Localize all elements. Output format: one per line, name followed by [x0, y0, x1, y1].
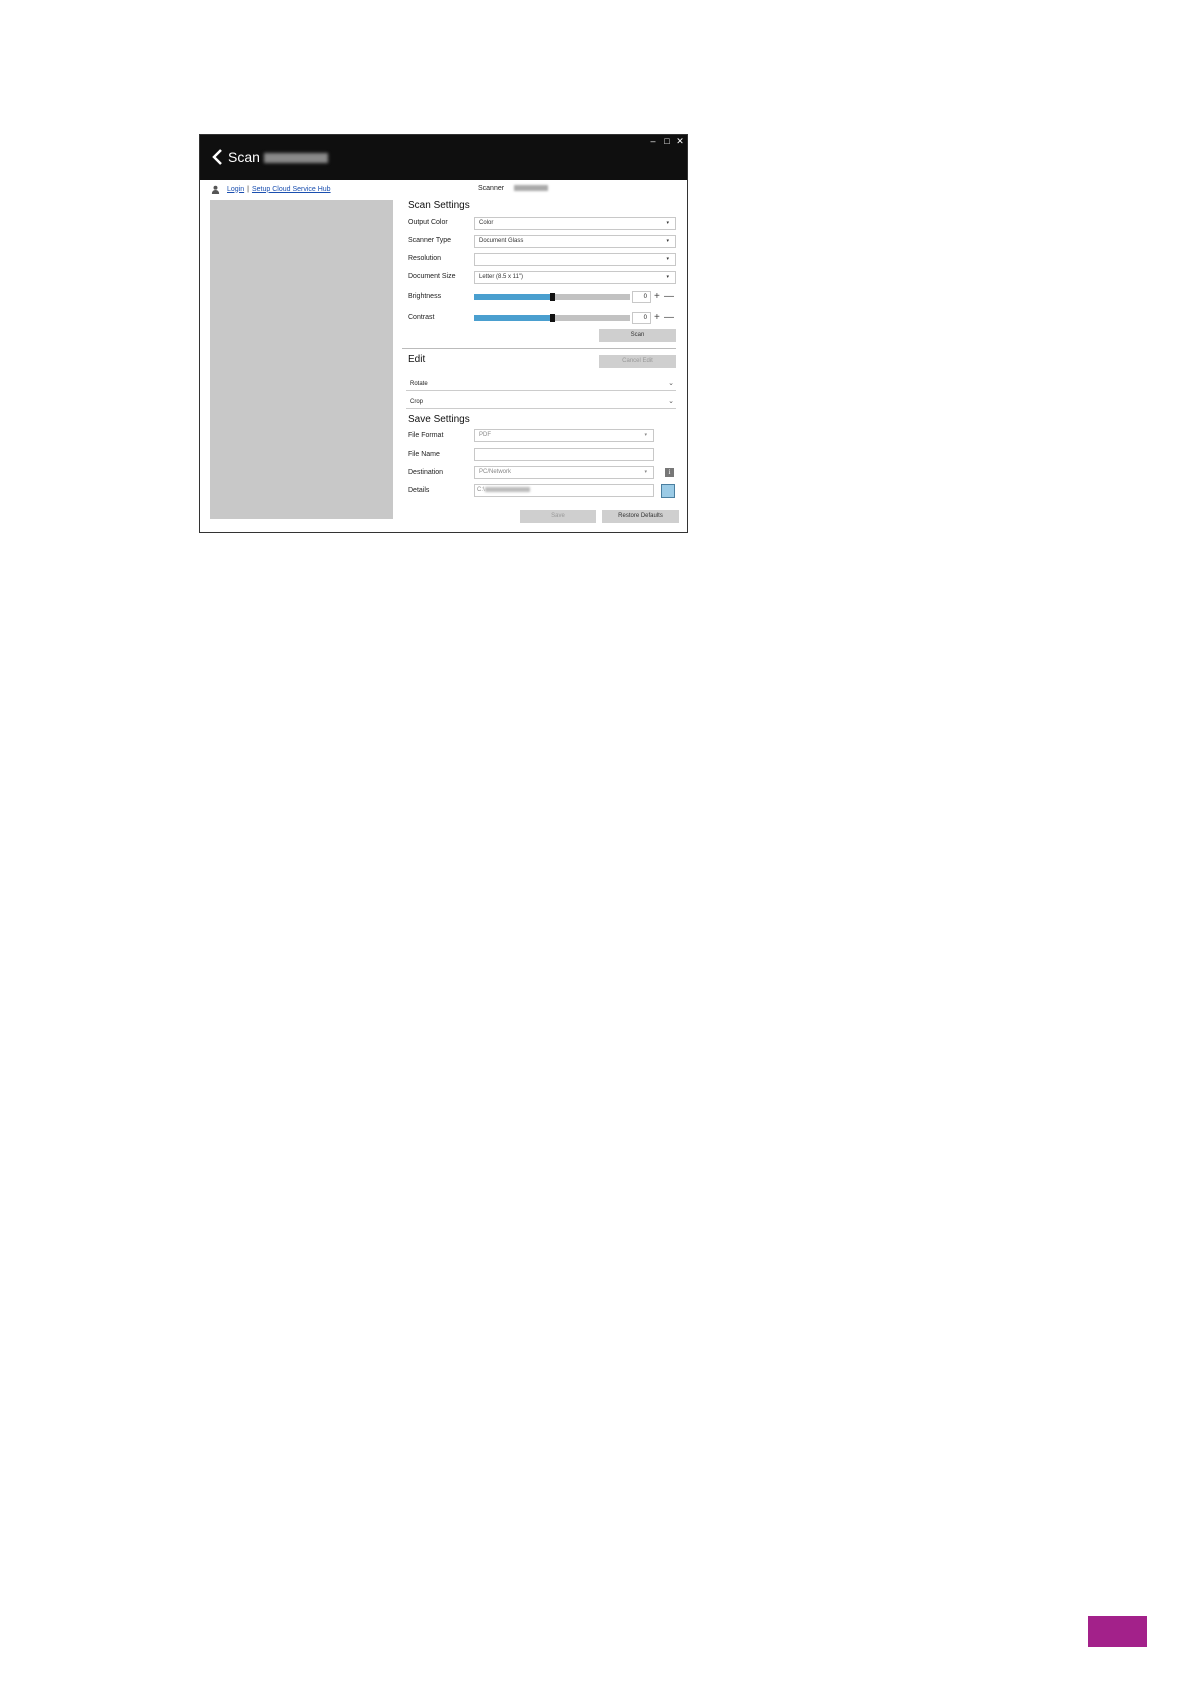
brightness-value[interactable]: 0 [632, 291, 651, 303]
document-size-select[interactable]: Letter (8.5 x 11") ▾ [474, 271, 676, 284]
file-format-select[interactable]: PDF ▾ [474, 429, 654, 442]
save-button[interactable]: Save [520, 510, 596, 523]
destination-value: PC/Network [479, 469, 512, 475]
restore-defaults-button[interactable]: Restore Defaults [602, 510, 679, 523]
destination-label: Destination [408, 469, 444, 476]
details-path-value: C:\ [477, 487, 485, 493]
scanner-type-select[interactable]: Document Glass ▾ [474, 235, 676, 248]
contrast-slider-fill [474, 315, 552, 321]
crop-accordion[interactable]: Crop ⌄ [406, 395, 676, 409]
scan-window: Scan – □ ✕ Login | Setup Cloud Service H… [199, 134, 688, 533]
cancel-edit-button[interactable]: Cancel Edit [599, 355, 676, 368]
details-path-field[interactable]: C:\ [474, 484, 654, 497]
browse-folder-button[interactable] [661, 484, 675, 498]
file-format-value: PDF [479, 432, 491, 438]
info-icon[interactable]: i [665, 468, 674, 477]
output-color-value: Color [479, 220, 494, 226]
save-settings-title: Save Settings [408, 414, 470, 425]
maximize-button[interactable]: □ [662, 136, 672, 146]
file-format-label: File Format [408, 432, 444, 439]
user-icon [211, 185, 220, 194]
login-link[interactable]: Login [227, 186, 244, 193]
setup-cloud-service-hub-link[interactable]: Setup Cloud Service Hub [252, 186, 331, 193]
scan-preview-area [210, 200, 393, 519]
rotate-accordion[interactable]: Rotate ⌄ [406, 377, 676, 391]
document-size-label: Document Size [408, 273, 456, 280]
window-title: Scan [228, 149, 328, 165]
dropdown-arrow-icon: ▾ [666, 256, 669, 262]
close-button[interactable]: ✕ [675, 136, 685, 146]
brightness-slider-fill [474, 294, 552, 300]
redacted-scanner-id [514, 185, 549, 192]
dropdown-arrow-icon: ▾ [666, 238, 669, 244]
file-name-label: File Name [408, 451, 440, 458]
crop-label: Crop [410, 399, 424, 405]
contrast-slider[interactable] [474, 314, 630, 322]
chevron-down-icon: ⌄ [668, 398, 674, 405]
dropdown-arrow-icon: ▾ [644, 432, 647, 438]
rotate-label: Rotate [410, 381, 428, 387]
redacted-scanner-name [263, 153, 328, 164]
title-bar: Scan – □ ✕ [200, 135, 687, 180]
chevron-down-icon: ⌄ [668, 380, 674, 387]
brightness-increase-button[interactable]: + [654, 292, 660, 302]
scanner-label: Scanner [478, 185, 549, 192]
brightness-decrease-button[interactable]: — [664, 292, 674, 302]
dropdown-arrow-icon: ▾ [666, 274, 669, 280]
brightness-slider[interactable] [474, 293, 630, 301]
contrast-decrease-button[interactable]: — [664, 313, 674, 323]
contrast-increase-button[interactable]: + [654, 313, 660, 323]
scanner-type-value: Document Glass [479, 238, 524, 244]
section-divider [402, 348, 676, 349]
destination-select[interactable]: PC/Network ▾ [474, 466, 654, 479]
account-row: Login | Setup Cloud Service Hub [211, 183, 331, 195]
chevron-left-icon[interactable] [210, 148, 226, 166]
file-name-input[interactable] [474, 448, 654, 461]
contrast-value[interactable]: 0 [632, 312, 651, 324]
contrast-label: Contrast [408, 314, 435, 321]
page-number-tab [1088, 1616, 1147, 1647]
document-size-value: Letter (8.5 x 11") [479, 274, 524, 280]
contrast-slider-thumb[interactable] [550, 314, 555, 322]
resolution-select[interactable]: ▾ [474, 253, 676, 266]
scan-button[interactable]: Scan [599, 329, 676, 342]
edit-title: Edit [408, 354, 426, 365]
output-color-select[interactable]: Color ▾ [474, 217, 676, 230]
minimize-button[interactable]: – [648, 136, 658, 146]
resolution-label: Resolution [408, 255, 442, 262]
brightness-label: Brightness [408, 293, 442, 300]
scanner-type-label: Scanner Type [408, 237, 452, 244]
redacted-path [484, 486, 530, 492]
details-label: Details [408, 487, 430, 494]
dropdown-arrow-icon: ▾ [666, 220, 669, 226]
brightness-slider-thumb[interactable] [550, 293, 555, 301]
output-color-label: Output Color [408, 219, 448, 226]
link-separator: | [247, 185, 249, 193]
scan-settings-title: Scan Settings [408, 200, 470, 211]
dropdown-arrow-icon: ▾ [644, 469, 647, 475]
